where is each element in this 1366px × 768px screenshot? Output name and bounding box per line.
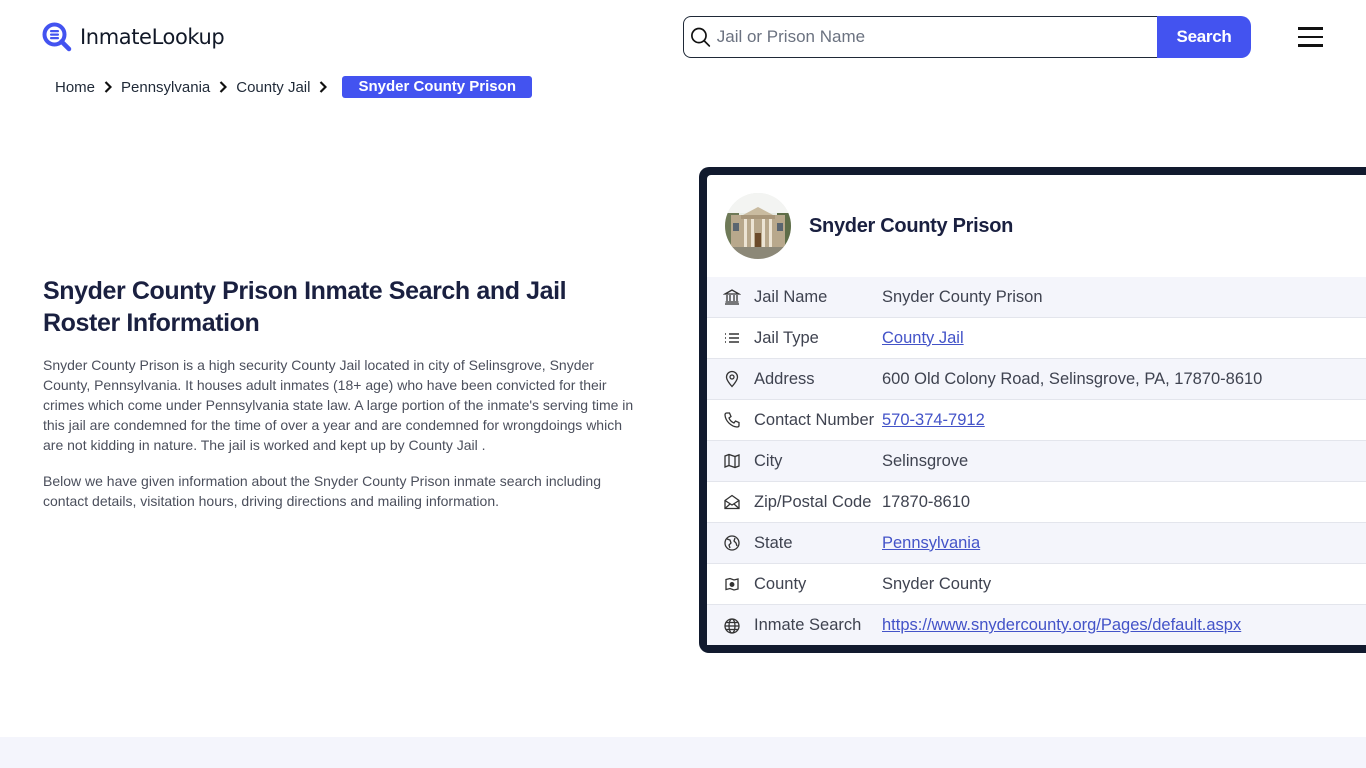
- state-link[interactable]: Pennsylvania: [882, 534, 980, 552]
- row-value: Snyder County: [882, 574, 992, 593]
- card-title: Snyder County Prison: [809, 214, 1014, 237]
- phone-icon: [724, 412, 740, 428]
- detail-row-city: City Selinsgrove: [707, 441, 1366, 482]
- intro-paragraph-1: Snyder County Prison is a high security …: [43, 357, 634, 453]
- detail-row-jail-type: Jail Type County Jail: [707, 318, 1366, 359]
- logo-magnifier-icon: [42, 22, 72, 52]
- phone-link[interactable]: 570-374-7912: [882, 411, 985, 429]
- breadcrumb-home[interactable]: Home: [55, 79, 95, 96]
- facility-details-table: Jail Name Snyder County Prison Jail Type…: [707, 277, 1366, 645]
- detail-row-county: County Snyder County: [707, 564, 1366, 605]
- chevron-right-icon: [320, 81, 328, 93]
- inmate-search-link[interactable]: https://www.snydercounty.org/Pages/defau…: [882, 616, 1241, 634]
- row-value: Selinsgrove: [882, 451, 969, 470]
- detail-row-address: Address 600 Old Colony Road, Selinsgrove…: [707, 359, 1366, 400]
- row-value: County Jail: [882, 329, 964, 348]
- chevron-right-icon: [219, 81, 228, 93]
- row-label: City: [754, 451, 783, 470]
- row-label: State: [754, 533, 793, 552]
- site-header: InmateLookup Search: [0, 0, 1366, 72]
- globe-region-icon: [724, 535, 740, 551]
- card-header: Snyder County Prison: [707, 175, 1366, 277]
- detail-row-jail-name: Jail Name Snyder County Prison: [707, 277, 1366, 318]
- detail-row-zip: Zip/Postal Code 17870-8610: [707, 482, 1366, 523]
- row-value: 600 Old Colony Road, Selinsgrove, PA, 17…: [882, 369, 1263, 388]
- county-map-icon: [725, 577, 739, 591]
- search-form: Search: [683, 16, 1251, 58]
- hamburger-menu-icon[interactable]: [1297, 25, 1325, 49]
- row-label: Jail Type: [754, 328, 819, 347]
- facility-info-card: Snyder County Prison Jail Name Snyder Co…: [699, 167, 1366, 653]
- detail-row-inmate-search: Inmate Search https://www.snydercounty.o…: [707, 605, 1366, 645]
- intro-paragraph-2: Below we have given information about th…: [43, 473, 601, 509]
- search-box: [683, 16, 1157, 58]
- mail-open-icon: [724, 494, 740, 510]
- breadcrumb-jail-type[interactable]: County Jail: [236, 79, 310, 96]
- row-label: Address: [754, 369, 815, 388]
- row-label: County: [754, 574, 807, 593]
- breadcrumb-current: Snyder County Prison: [342, 76, 532, 98]
- row-value: 17870-8610: [882, 492, 971, 511]
- logo-link[interactable]: InmateLookup: [42, 22, 225, 52]
- facility-photo: [725, 193, 791, 259]
- breadcrumb-state[interactable]: Pennsylvania: [121, 79, 210, 96]
- detail-row-state: State Pennsylvania: [707, 523, 1366, 564]
- breadcrumb: Home Pennsylvania County Jail Snyder Cou…: [55, 76, 532, 98]
- search-icon: [691, 27, 711, 47]
- row-label: Contact Number: [754, 410, 875, 429]
- row-value: Snyder County Prison: [882, 287, 1043, 306]
- footer-band: [0, 737, 1366, 768]
- page-title: Snyder County Prison Inmate Search and J…: [43, 277, 567, 337]
- row-value: https://www.snydercounty.org/Pages/defau…: [882, 616, 1241, 635]
- search-input[interactable]: [716, 27, 1157, 47]
- row-label: Jail Name: [754, 287, 828, 306]
- list-icon: [725, 333, 739, 343]
- card-body: Snyder County Prison Jail Name Snyder Co…: [707, 175, 1366, 645]
- row-value: Pennsylvania: [882, 534, 980, 553]
- map-pin-icon: [725, 370, 739, 388]
- detail-row-contact-number: Contact Number 570-374-7912: [707, 400, 1366, 441]
- chevron-right-icon: [104, 81, 113, 93]
- row-label: Zip/Postal Code: [754, 492, 872, 511]
- logo-text: InmateLookup: [80, 25, 225, 49]
- jail-type-link[interactable]: County Jail: [882, 329, 964, 347]
- row-label: Inmate Search: [754, 616, 862, 634]
- intro-section: Snyder County Prison Inmate Search and J…: [43, 275, 643, 511]
- globe-icon: [724, 617, 740, 634]
- search-button[interactable]: Search: [1157, 16, 1251, 58]
- building-icon: [723, 289, 741, 305]
- map-icon: [724, 453, 740, 469]
- row-value: 570-374-7912: [882, 411, 985, 430]
